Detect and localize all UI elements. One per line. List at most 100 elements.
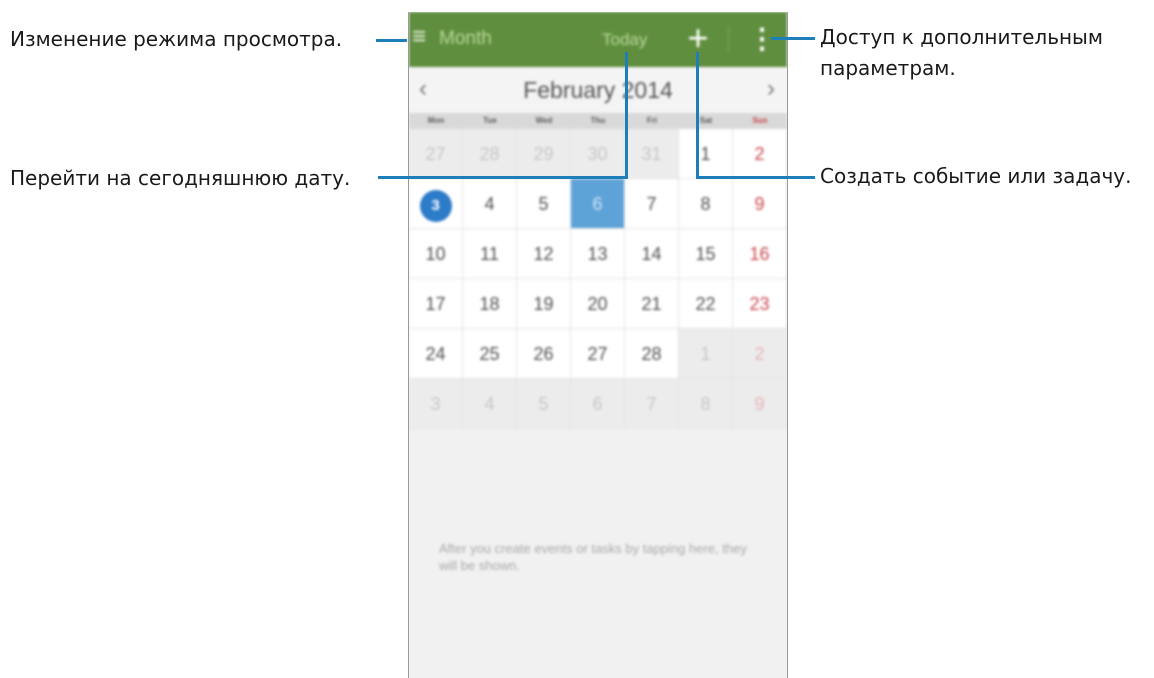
day-number: 6 xyxy=(592,194,603,214)
day-cell[interactable]: 7 xyxy=(625,379,679,429)
more-options-icon[interactable]: ⋮ xyxy=(748,20,776,58)
day-number: 27 xyxy=(425,144,446,164)
day-number: 29 xyxy=(533,144,554,164)
day-number: 14 xyxy=(641,244,662,264)
day-cell[interactable]: 12 xyxy=(517,229,571,279)
leader-line-add-horizontal xyxy=(696,176,815,179)
weekday-label: Wed xyxy=(535,116,553,125)
day-cell[interactable]: 28 xyxy=(463,129,517,179)
day-cell[interactable]: 28 xyxy=(625,329,679,379)
day-number: 4 xyxy=(484,194,495,214)
action-bar: ≡ Month Today + ⋮ xyxy=(409,12,787,67)
day-cell[interactable]: 15 xyxy=(679,229,733,279)
day-number: 25 xyxy=(479,344,500,364)
day-cell[interactable]: 5 xyxy=(517,179,571,229)
day-number: 5 xyxy=(538,394,549,414)
day-cell[interactable]: 10 xyxy=(409,229,463,279)
day-cell[interactable]: 29 xyxy=(517,129,571,179)
view-mode-selector[interactable]: Month xyxy=(439,28,492,50)
callout-more-options-line2: параметрам. xyxy=(820,56,956,80)
weekday-label: Tue xyxy=(483,116,497,125)
day-cell[interactable]: 27 xyxy=(409,129,463,179)
day-cell[interactable]: 25 xyxy=(463,329,517,379)
day-cell[interactable]: 7 xyxy=(625,179,679,229)
day-number: 10 xyxy=(425,244,446,264)
day-cell[interactable]: 6 xyxy=(571,179,625,229)
day-number: 5 xyxy=(538,194,549,214)
leader-line-more-options xyxy=(771,37,815,40)
day-number: 21 xyxy=(641,294,662,314)
today-button[interactable]: Today xyxy=(602,30,647,50)
day-cell[interactable]: 9 xyxy=(733,179,787,229)
day-number: 15 xyxy=(695,244,716,264)
action-bar-divider xyxy=(728,26,729,52)
day-number: 4 xyxy=(484,394,495,414)
callout-create-event: Создать событие или задачу. xyxy=(820,164,1132,188)
day-number: 8 xyxy=(700,194,711,214)
day-number: 1 xyxy=(700,144,711,164)
day-number: 3 xyxy=(430,394,441,414)
day-cell[interactable]: 1 xyxy=(679,329,733,379)
weekday-header: Mon Tue Wed Thu Fri Sat Sun xyxy=(409,113,787,129)
day-number: 26 xyxy=(533,344,554,364)
day-cell[interactable]: 27 xyxy=(571,329,625,379)
day-cell[interactable]: 3 xyxy=(409,179,463,229)
day-cell[interactable]: 20 xyxy=(571,279,625,329)
day-cell[interactable]: 4 xyxy=(463,179,517,229)
calendar-screen: ≡ Month Today + ⋮ ‹ February 2014 › Mon … xyxy=(408,12,788,678)
day-number: 7 xyxy=(646,194,657,214)
day-cell[interactable]: 1 xyxy=(679,129,733,179)
day-cell[interactable]: 17 xyxy=(409,279,463,329)
day-cell[interactable]: 8 xyxy=(679,379,733,429)
day-cell[interactable]: 2 xyxy=(733,329,787,379)
day-cell[interactable]: 18 xyxy=(463,279,517,329)
day-number: 11 xyxy=(480,244,499,264)
weekday-label: Thu xyxy=(590,116,606,125)
day-cell[interactable]: 6 xyxy=(571,379,625,429)
day-number: 27 xyxy=(587,344,608,364)
leader-line-view-mode xyxy=(376,39,407,42)
calendar-content: ≡ Month Today + ⋮ ‹ February 2014 › Mon … xyxy=(409,12,787,678)
day-cell[interactable]: 26 xyxy=(517,329,571,379)
day-number: 7 xyxy=(646,394,657,414)
weekday-label: Sat xyxy=(699,116,713,125)
day-cell[interactable]: 14 xyxy=(625,229,679,279)
weekday-label: Mon xyxy=(427,116,445,125)
leader-line-add-vertical xyxy=(696,52,699,178)
callout-more-options-line1: Доступ к дополнительным xyxy=(820,25,1103,49)
day-number: 8 xyxy=(700,394,711,414)
day-cell[interactable]: 11 xyxy=(463,229,517,279)
day-cell[interactable]: 3 xyxy=(409,379,463,429)
day-cell[interactable]: 22 xyxy=(679,279,733,329)
day-cell[interactable]: 21 xyxy=(625,279,679,329)
day-cell[interactable]: 30 xyxy=(571,129,625,179)
day-cell[interactable]: 19 xyxy=(517,279,571,329)
chevron-right-icon[interactable]: › xyxy=(767,75,775,103)
leader-line-today-vertical xyxy=(625,52,628,178)
menu-icon[interactable]: ≡ xyxy=(409,24,429,50)
day-number: 28 xyxy=(641,344,662,364)
day-number: 31 xyxy=(641,144,662,164)
day-number: 13 xyxy=(587,244,608,264)
day-number: 9 xyxy=(754,394,765,414)
day-cell[interactable]: 23 xyxy=(733,279,787,329)
day-number: 24 xyxy=(425,344,446,364)
month-grid: 27 28 29 30 31 1 2 3 4 5 6 7 8 9 10 11 12 13 14 15 16 17 18 19 2… xyxy=(409,129,787,429)
day-number: 12 xyxy=(533,244,554,264)
weekday-label: Sun xyxy=(752,116,768,125)
day-number: 9 xyxy=(754,194,765,214)
day-cell[interactable]: 13 xyxy=(571,229,625,279)
month-navigation: ‹ February 2014 › xyxy=(409,67,787,113)
day-cell[interactable]: 4 xyxy=(463,379,517,429)
day-cell[interactable]: 8 xyxy=(679,179,733,229)
day-cell[interactable]: 16 xyxy=(733,229,787,279)
day-cell[interactable]: 9 xyxy=(733,379,787,429)
day-number: 19 xyxy=(533,294,554,314)
day-cell[interactable]: 5 xyxy=(517,379,571,429)
day-cell[interactable]: 31 xyxy=(625,129,679,179)
day-cell[interactable]: 2 xyxy=(733,129,787,179)
day-number: 22 xyxy=(695,294,716,314)
day-cell[interactable]: 24 xyxy=(409,329,463,379)
empty-events-message[interactable]: After you create events or tasks by tapp… xyxy=(439,540,759,574)
day-number: 28 xyxy=(479,144,500,164)
